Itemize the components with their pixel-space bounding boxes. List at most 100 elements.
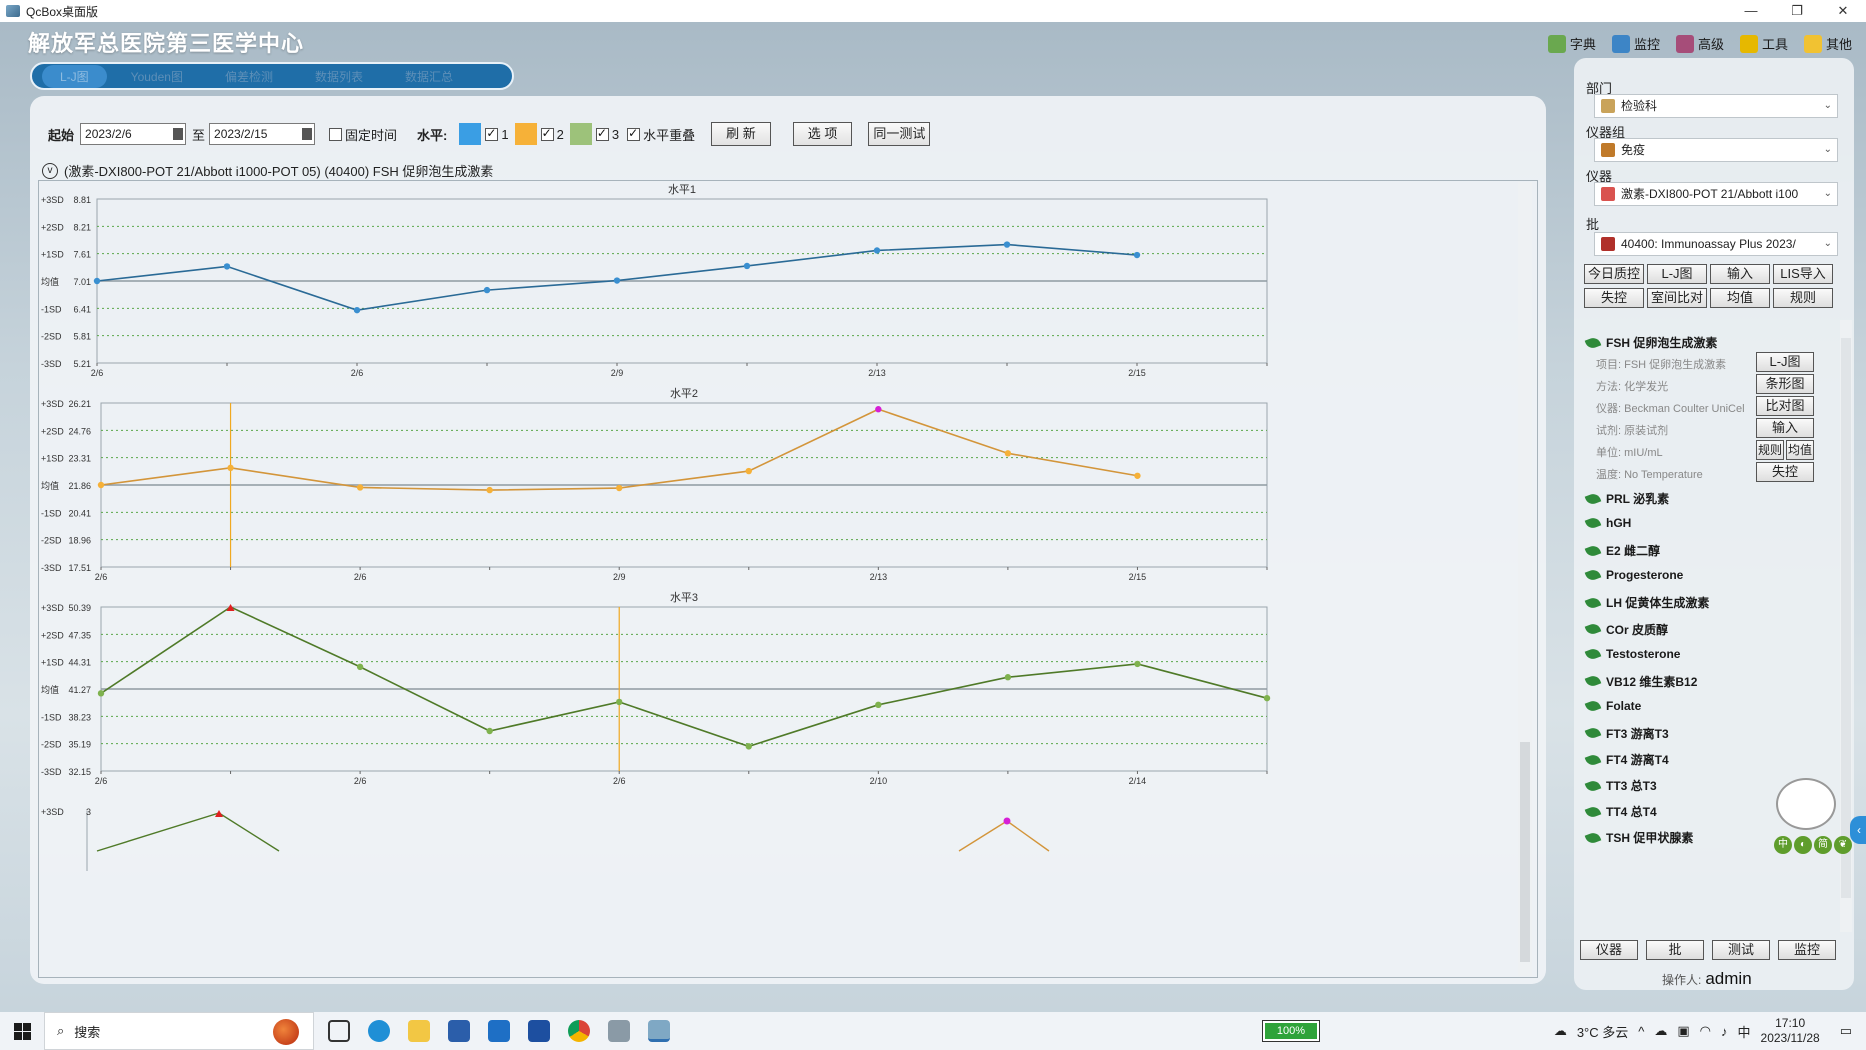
ime-simplified-badge[interactable]: 简 bbox=[1814, 836, 1832, 854]
taskbar-clock[interactable]: 17:10 2023/11/28 bbox=[1761, 1016, 1820, 1046]
list-item[interactable]: Folate bbox=[1584, 698, 1641, 713]
tray-app-icon[interactable]: ▣ bbox=[1677, 1023, 1689, 1039]
item-list-scrollbar-thumb[interactable] bbox=[1841, 338, 1851, 898]
toolbar-advanced[interactable]: 高级 bbox=[1675, 34, 1724, 53]
list-item[interactable]: COr 皮质醇 bbox=[1584, 621, 1669, 638]
toolbar-other[interactable]: 其他 bbox=[1803, 34, 1852, 53]
maximize-button[interactable]: ❐ bbox=[1774, 0, 1820, 22]
security-app-icon[interactable] bbox=[528, 1020, 550, 1042]
list-item[interactable]: TT3 总T3 bbox=[1584, 777, 1657, 794]
notification-icon[interactable]: ▭ bbox=[1840, 1023, 1852, 1039]
bottom-test-button[interactable]: 测试 bbox=[1712, 940, 1770, 960]
weather-text[interactable]: 3°C 多云 bbox=[1577, 1022, 1628, 1041]
item-lj-chart-button[interactable]: L-J图 bbox=[1756, 352, 1814, 372]
rules-button[interactable]: 规则 bbox=[1773, 288, 1833, 308]
ime-moon-badge[interactable]: ◐ bbox=[1794, 836, 1812, 854]
tab-youden[interactable]: Youden图 bbox=[113, 65, 201, 88]
lj-chart-button[interactable]: L-J图 bbox=[1647, 264, 1707, 284]
item-mean-button[interactable]: 均值 bbox=[1786, 440, 1814, 460]
list-item-selected[interactable]: FSH 促卵泡生成激素 bbox=[1584, 334, 1717, 351]
item-compare-chart-button[interactable]: 比对图 bbox=[1756, 396, 1814, 416]
tab-data-list[interactable]: 数据列表 bbox=[297, 65, 381, 88]
tab-lj-chart[interactable]: L-J图 bbox=[42, 64, 107, 88]
calendar-icon[interactable] bbox=[302, 128, 313, 140]
mean-button[interactable]: 均值 bbox=[1710, 288, 1770, 308]
mail-icon[interactable] bbox=[488, 1020, 510, 1042]
list-item[interactable]: LH 促黄体生成激素 bbox=[1584, 594, 1709, 611]
toolbar-monitor[interactable]: 监控 bbox=[1611, 34, 1660, 53]
chart-scrollbar[interactable] bbox=[1518, 182, 1532, 976]
item-input-button[interactable]: 输入 bbox=[1756, 418, 1814, 438]
input-button[interactable]: 输入 bbox=[1710, 264, 1770, 284]
toolbar-tools[interactable]: 工具 bbox=[1739, 34, 1788, 53]
out-of-control-button[interactable]: 失控 bbox=[1584, 288, 1644, 308]
fixed-time-checkbox[interactable] bbox=[329, 127, 343, 141]
ime-icon[interactable]: 中 bbox=[1738, 1022, 1751, 1041]
list-item[interactable]: hGH bbox=[1584, 516, 1631, 531]
overlap-checkbox[interactable] bbox=[627, 126, 641, 141]
level2-checkbox[interactable] bbox=[540, 126, 554, 141]
lis-import-button[interactable]: LIS导入 bbox=[1773, 264, 1833, 284]
list-item-label: COr 皮质醇 bbox=[1606, 622, 1669, 637]
item-bar-chart-button[interactable]: 条形图 bbox=[1756, 374, 1814, 394]
chrome-icon[interactable] bbox=[568, 1020, 590, 1042]
edge-icon[interactable] bbox=[368, 1020, 390, 1042]
instrument-select[interactable]: 激素-DXI800-POT 21/Abbott i100 ⌄ bbox=[1594, 182, 1838, 206]
collapse-side-tab[interactable]: ‹ bbox=[1850, 816, 1866, 844]
minimize-button[interactable]: — bbox=[1728, 0, 1774, 22]
sidebar-bottom-buttons: 仪器 批 测试 监控 bbox=[1580, 940, 1840, 960]
weather-icon[interactable]: ☁ bbox=[1554, 1023, 1567, 1039]
end-date-value: 2023/2/15 bbox=[214, 127, 268, 141]
instrument-group-select[interactable]: 免疫 ⌄ bbox=[1594, 138, 1838, 162]
list-item[interactable]: TSH 促甲状腺素 bbox=[1584, 829, 1693, 846]
chart-scrollbar-thumb[interactable] bbox=[1520, 742, 1530, 962]
network-app-icon[interactable] bbox=[608, 1020, 630, 1042]
today-qc-button[interactable]: 今日质控 bbox=[1584, 264, 1644, 284]
windows-start-button[interactable] bbox=[0, 1012, 44, 1050]
list-item[interactable]: PRL 泌乳素 bbox=[1584, 490, 1669, 507]
ime-skin-badge[interactable]: ❦ bbox=[1834, 836, 1852, 854]
start-date-input[interactable]: 2023/2/6 bbox=[80, 123, 187, 145]
list-item[interactable]: TT4 总T4 bbox=[1584, 803, 1657, 820]
collapse-toggle-icon[interactable]: v bbox=[42, 162, 58, 179]
tab-data-summary[interactable]: 数据汇总 bbox=[387, 65, 471, 88]
inter-lab-compare-button[interactable]: 室间比对 bbox=[1647, 288, 1707, 308]
system-tray: ☁ 3°C 多云 ^ ☁ ▣ ◠ ♪ 中 17:10 2023/11/28 ▭ bbox=[1554, 1012, 1866, 1050]
item-rules-button[interactable]: 规则 bbox=[1756, 440, 1784, 460]
list-item[interactable]: Progesterone bbox=[1584, 568, 1683, 583]
refresh-button[interactable]: 刷 新 bbox=[711, 122, 771, 146]
store-icon[interactable] bbox=[448, 1020, 470, 1042]
close-button[interactable]: ✕ bbox=[1820, 0, 1866, 22]
wifi-icon[interactable]: ◠ bbox=[1700, 1023, 1711, 1039]
tray-chevron-icon[interactable]: ^ bbox=[1638, 1024, 1644, 1039]
level3-checkbox[interactable] bbox=[595, 126, 609, 141]
ime-chinese-badge[interactable]: 中 bbox=[1774, 836, 1792, 854]
volume-icon[interactable]: ♪ bbox=[1721, 1024, 1728, 1039]
level1-checkbox[interactable] bbox=[485, 126, 499, 141]
list-item[interactable]: FT4 游离T4 bbox=[1584, 751, 1669, 768]
onedrive-icon[interactable]: ☁ bbox=[1654, 1023, 1667, 1039]
file-explorer-icon[interactable] bbox=[408, 1020, 430, 1042]
tab-bias-detection[interactable]: 偏差检测 bbox=[207, 65, 291, 88]
end-date-input[interactable]: 2023/2/15 bbox=[209, 123, 316, 145]
bottom-monitor-button[interactable]: 监控 bbox=[1778, 940, 1836, 960]
bottom-batch-button[interactable]: 批 bbox=[1646, 940, 1704, 960]
calendar-icon[interactable] bbox=[173, 128, 184, 140]
data-point bbox=[873, 247, 881, 254]
taskbar-search[interactable]: ⌕ 搜索 bbox=[44, 1012, 314, 1050]
task-view-icon[interactable] bbox=[328, 1020, 350, 1042]
toolbar-dictionary[interactable]: 字典 bbox=[1547, 34, 1596, 53]
leaf-icon bbox=[1584, 595, 1602, 610]
same-test-button[interactable]: 同一测试 bbox=[868, 122, 931, 146]
list-item[interactable]: E2 雌二醇 bbox=[1584, 542, 1660, 559]
qcbox-app-icon[interactable] bbox=[648, 1020, 670, 1042]
list-item[interactable]: Testosterone bbox=[1584, 646, 1680, 661]
mascot-widget[interactable]: 中 ◐ 简 ❦ bbox=[1774, 770, 1852, 854]
department-select[interactable]: 检验科 ⌄ bbox=[1594, 94, 1838, 118]
list-item[interactable]: VB12 维生素B12 bbox=[1584, 673, 1697, 690]
item-out-of-control-button[interactable]: 失控 bbox=[1756, 462, 1814, 482]
options-button[interactable]: 选 项 bbox=[792, 122, 853, 146]
bottom-instrument-button[interactable]: 仪器 bbox=[1580, 940, 1638, 960]
list-item[interactable]: FT3 游离T3 bbox=[1584, 725, 1669, 742]
batch-select[interactable]: 40400: Immunoassay Plus 2023/ ⌄ bbox=[1594, 232, 1838, 256]
